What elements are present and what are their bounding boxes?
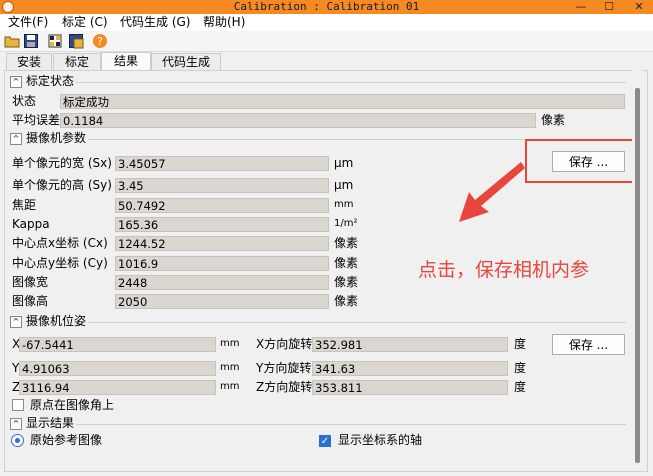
param-value: 3.45057: [115, 156, 329, 171]
menu-calibrate[interactable]: 标定 (C): [62, 14, 108, 31]
menu-file[interactable]: 文件(F): [8, 14, 48, 31]
param-label: 单个像元的高 (Sy): [12, 178, 112, 192]
section-title: 显示结果: [26, 416, 75, 430]
param-label: 图像高: [12, 294, 49, 308]
rotation-unit: 度: [514, 361, 527, 375]
param-unit: μm: [334, 178, 354, 192]
reference-image-label: 原始参考图像: [30, 433, 103, 447]
divider: [76, 424, 626, 425]
annotation-highlight-box: [525, 139, 638, 183]
menu-help[interactable]: 帮助(H): [203, 14, 245, 31]
rotation-value: 353.811: [312, 380, 508, 395]
title-bar: Calibration : Calibration 01 — ☐ ✕: [0, 0, 653, 14]
rotation-unit: 度: [514, 337, 527, 351]
toolbar: ?: [0, 31, 653, 52]
show-axes-label: 显示坐标系的轴: [338, 433, 423, 447]
minimize-button[interactable]: —: [568, 0, 594, 14]
window-title: Calibration : Calibration 01: [233, 0, 420, 13]
save-calibration-icon[interactable]: [68, 33, 84, 49]
tab-code-generation[interactable]: 代码生成: [151, 53, 221, 71]
param-value: 1244.52: [115, 236, 329, 251]
tab-results[interactable]: 结果: [101, 52, 151, 71]
param-unit: 像素: [334, 236, 359, 250]
param-label: Kappa: [12, 217, 50, 231]
collapse-icon[interactable]: ^: [10, 315, 22, 328]
status-value: 标定成功: [60, 94, 625, 109]
mean-error-value: 0.1184: [60, 113, 536, 128]
pose-unit: mm: [220, 362, 240, 373]
scrollbar-thumb[interactable]: [635, 88, 640, 463]
annotation-text: 点击，保存相机内参: [418, 259, 590, 281]
param-unit: 像素: [334, 256, 359, 270]
help-icon[interactable]: ?: [92, 33, 108, 49]
origin-corner-checkbox[interactable]: [12, 399, 24, 411]
reference-image-radio[interactable]: [11, 434, 24, 447]
param-label: 中心点x坐标 (Cx): [12, 236, 108, 250]
pose-value: 4.91063: [19, 361, 216, 376]
param-value: 165.36: [115, 217, 329, 232]
param-label: 中心点y坐标 (Cy): [12, 256, 108, 270]
save-icon[interactable]: [23, 33, 39, 49]
calibration-plate-icon[interactable]: [47, 33, 63, 49]
param-label: 图像宽: [12, 275, 49, 289]
param-label: 焦距: [12, 198, 37, 212]
open-folder-icon[interactable]: [4, 33, 20, 49]
menu-bar: 文件(F) 标定 (C) 代码生成 (G) 帮助(H): [0, 14, 653, 31]
rotation-label: X方向旋转: [256, 337, 313, 351]
param-label: 单个像元的宽 (Sx): [12, 156, 112, 170]
param-unit: 像素: [334, 294, 359, 308]
param-unit: 1/m²: [334, 218, 358, 229]
rotation-value: 352.981: [312, 337, 508, 352]
param-value: 50.7492: [115, 198, 329, 213]
section-title: 标定状态: [26, 74, 75, 88]
section-display-results[interactable]: ^ 显示结果: [10, 416, 74, 431]
rotation-label: Y方向旋转: [256, 361, 312, 375]
tab-bar: 安装 标定 结果 代码生成: [0, 52, 653, 71]
param-unit: mm: [334, 199, 354, 210]
maximize-button[interactable]: ☐: [596, 0, 622, 14]
collapse-icon[interactable]: ^: [10, 417, 22, 430]
param-unit: 像素: [334, 275, 359, 289]
divider: [88, 322, 626, 323]
annotation-arrow-icon: [459, 162, 525, 222]
mean-error-label: 平均误差: [12, 113, 61, 127]
collapse-icon[interactable]: ^: [10, 75, 22, 88]
pose-unit: mm: [220, 338, 240, 349]
rotation-value: 341.63: [312, 361, 508, 376]
divider: [76, 82, 626, 83]
param-value: 3.45: [115, 178, 329, 193]
rotation-unit: 度: [514, 380, 527, 394]
section-camera-pose[interactable]: ^ 摄像机位姿: [10, 314, 86, 329]
pose-value: 3116.94: [19, 380, 216, 395]
param-value: 2448: [115, 275, 329, 290]
close-button[interactable]: ✕: [626, 0, 652, 14]
svg-text:?: ?: [97, 35, 103, 48]
show-axes-checkbox[interactable]: ✓: [319, 435, 331, 447]
rotation-label: Z方向旋转: [256, 380, 313, 394]
menu-codegen[interactable]: 代码生成 (G): [120, 14, 190, 31]
tab-calibration[interactable]: 标定: [53, 53, 101, 71]
mean-error-unit: 像素: [541, 113, 566, 127]
param-value: 2050: [115, 294, 329, 309]
section-title: 摄像机参数: [26, 131, 87, 145]
origin-corner-label: 原点在图像角上: [30, 398, 115, 412]
tab-setup[interactable]: 安装: [6, 53, 52, 71]
save-camera-pose-button[interactable]: 保存 ...: [552, 334, 625, 355]
section-camera-params[interactable]: ^ 摄像机参数: [10, 131, 86, 146]
section-calib-status[interactable]: ^ 标定状态: [10, 74, 74, 89]
section-title: 摄像机位姿: [26, 314, 87, 328]
param-value: 1016.9: [115, 256, 329, 271]
collapse-icon[interactable]: ^: [10, 132, 22, 145]
pose-value: -67.5441: [19, 337, 216, 352]
param-unit: μm: [334, 156, 354, 170]
pose-unit: mm: [220, 381, 240, 392]
status-label: 状态: [12, 94, 37, 108]
